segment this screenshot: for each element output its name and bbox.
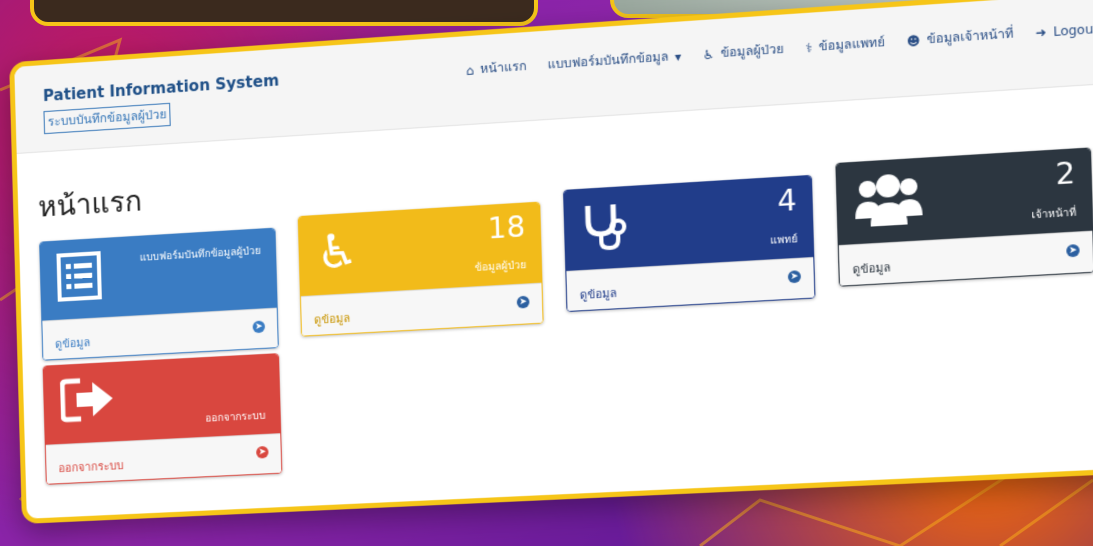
nav-record-form-dropdown[interactable]: แบบฟอร์มบันทึกข้อมูล ▾ <box>547 46 681 74</box>
patients-card-head: ♿ 18 ข้อมูลผู้ป่วย <box>298 202 542 297</box>
form-card-head: แบบฟอร์มบันทึกข้อมูลผู้ป่วย <box>40 228 277 321</box>
logout-card-link[interactable]: ออกจากระบบ <box>58 456 124 477</box>
doctors-count: 4 <box>776 183 797 219</box>
photo-frame-left <box>30 0 538 26</box>
form-card[interactable]: แบบฟอร์มบันทึกข้อมูลผู้ป่วย ดูข้อมูล ➤ <box>39 227 279 361</box>
doctors-card-label: แพทย์ <box>770 233 798 247</box>
doctors-card-head: 4 แพทย์ <box>564 175 814 271</box>
logout-card[interactable]: ออกจากระบบ ออกจากระบบ ➤ <box>42 353 283 485</box>
stethoscope-icon: ⚕ <box>805 40 813 56</box>
staff-card-label: เจ้าหน้าที่ <box>1031 207 1077 222</box>
caret-down-icon: ▾ <box>674 48 682 64</box>
brand-subtitle[interactable]: ระบบบันทึกข้อมูลผู้ป่วย <box>43 102 171 135</box>
arrow-circle-right-icon[interactable]: ➤ <box>1066 244 1080 258</box>
wheelchair-icon: ♿ <box>315 222 360 280</box>
patients-card[interactable]: ♿ 18 ข้อมูลผู้ป่วย ดูข้อมูล ➤ <box>297 201 544 337</box>
nav-logout[interactable]: ➜ Logout <box>1035 18 1093 42</box>
patients-card-label: ข้อมูลผู้ป่วย <box>474 259 527 275</box>
sign-out-icon <box>60 375 114 424</box>
logout-card-head: ออกจากระบบ <box>43 354 281 445</box>
form-card-link[interactable]: ดูข้อมูล <box>55 333 91 353</box>
arrow-circle-right-icon[interactable]: ➤ <box>256 445 269 459</box>
wheelchair-icon: ♿ <box>702 46 715 62</box>
users-icon <box>854 173 923 227</box>
patients-card-link[interactable]: ดูข้อมูล <box>314 309 351 329</box>
home-icon: ⌂ <box>465 62 475 78</box>
app-window: Patient Information System ระบบบันทึกข้อ… <box>9 0 1093 524</box>
nav-doctors-label: ข้อมูลแพทย์ <box>818 34 886 54</box>
nav-home-label: หน้าแรก <box>479 58 527 77</box>
arrow-circle-right-icon[interactable]: ➤ <box>516 295 530 309</box>
form-card-label: แบบฟอร์มบันทึกข้อมูลผู้ป่วย <box>139 245 261 264</box>
nav-staff[interactable]: ☻ ข้อมูลเจ้าหน้าที่ <box>906 24 1013 51</box>
patients-count: 18 <box>487 209 526 246</box>
page-title: หน้าแรก <box>37 184 143 224</box>
doctors-card[interactable]: 4 แพทย์ ดูข้อมูล ➤ <box>562 174 816 313</box>
arrow-circle-right-icon[interactable]: ➤ <box>787 270 802 284</box>
arrow-circle-right-icon[interactable]: ➤ <box>252 320 266 334</box>
nav-menu: ⌂ หน้าแรก แบบฟอร์มบันทึกข้อมูล ▾ ♿ ข้อมู… <box>466 18 1093 80</box>
nav-staff-label: ข้อมูลเจ้าหน้าที่ <box>926 26 1014 47</box>
list-icon <box>56 251 102 302</box>
sign-out-icon: ➜ <box>1035 24 1047 40</box>
nav-patients[interactable]: ♿ ข้อมูลผู้ป่วย <box>702 39 784 64</box>
doctors-card-link[interactable]: ดูข้อมูล <box>579 284 618 305</box>
nav-home[interactable]: ⌂ หน้าแรก <box>466 57 527 80</box>
brand-title[interactable]: Patient Information System <box>43 71 279 105</box>
users-icon: ☻ <box>906 32 921 49</box>
nav-doctors[interactable]: ⚕ ข้อมูลแพทย์ <box>805 33 885 58</box>
logout-card-label: ออกจากระบบ <box>205 410 266 425</box>
nav-patients-label: ข้อมูลผู้ป่วย <box>720 41 784 61</box>
staff-card-head: 2 เจ้าหน้าที่ <box>836 148 1093 246</box>
staff-card[interactable]: 2 เจ้าหน้าที่ ดูข้อมูล ➤ <box>835 147 1093 287</box>
stethoscope-icon <box>581 199 629 253</box>
nav-record-form-label: แบบฟอร์มบันทึกข้อมูล <box>547 49 669 72</box>
nav-logout-label: Logout <box>1052 20 1093 39</box>
staff-count: 2 <box>1054 155 1076 192</box>
staff-card-link[interactable]: ดูข้อมูล <box>852 258 891 279</box>
